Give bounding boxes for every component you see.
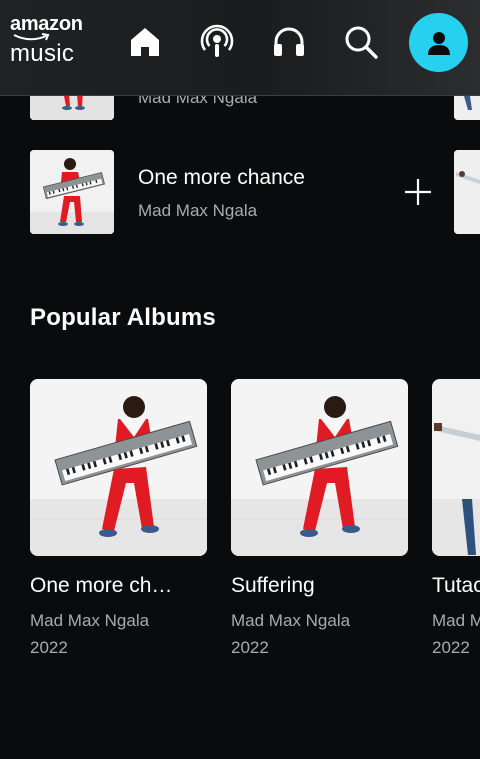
nav-search-button[interactable] — [341, 22, 381, 62]
add-to-playlist-button[interactable] — [402, 176, 434, 208]
album-artist-2[interactable]: Mad Max Ngala — [231, 611, 408, 631]
album-year-3: 2022 — [432, 638, 470, 657]
search-icon — [345, 26, 378, 59]
profile-icon — [427, 31, 450, 55]
home-icon — [131, 28, 159, 56]
album-art-3[interactable] — [432, 379, 480, 556]
amazon-music-logo[interactable]: amazon music — [10, 14, 90, 70]
track-thumbnail-2[interactable] — [30, 150, 114, 234]
profile-button[interactable] — [409, 13, 468, 72]
album-year-1: 2022 — [30, 638, 68, 657]
nav-home-button[interactable] — [125, 22, 165, 62]
amazon-smile-icon — [13, 33, 50, 41]
logo-brand-text: amazon — [10, 13, 83, 35]
nav-podcasts-button[interactable] — [197, 22, 237, 62]
plus-icon — [405, 179, 431, 205]
top-nav-bar: amazon music — [0, 0, 480, 96]
section-title-popular-albums: Popular Albums — [30, 304, 216, 331]
album-title-3[interactable]: Tutac — [432, 574, 480, 598]
nav-library-button[interactable] — [269, 22, 309, 62]
track-artist-2[interactable]: Mad Max Ngala — [138, 201, 257, 221]
album-title-1[interactable]: One more ch… — [30, 574, 207, 598]
podcast-icon — [200, 24, 234, 57]
album-title-2[interactable]: Suffering — [231, 574, 408, 598]
logo-product-text: music — [10, 40, 75, 67]
album-art-1[interactable] — [30, 379, 207, 556]
album-artist-1[interactable]: Mad Max Ngala — [30, 611, 207, 631]
album-art-2[interactable] — [231, 379, 408, 556]
album-year-2: 2022 — [231, 638, 269, 657]
track-thumbnail-partial-2[interactable] — [454, 150, 480, 234]
track-title-2[interactable]: One more chance — [138, 166, 305, 190]
amazon-music-screen: Mad Max Ngala One more chance Mad Max Ng… — [0, 0, 480, 759]
album-artist-3[interactable]: Mad M — [432, 611, 480, 631]
headphones-icon — [274, 27, 304, 56]
